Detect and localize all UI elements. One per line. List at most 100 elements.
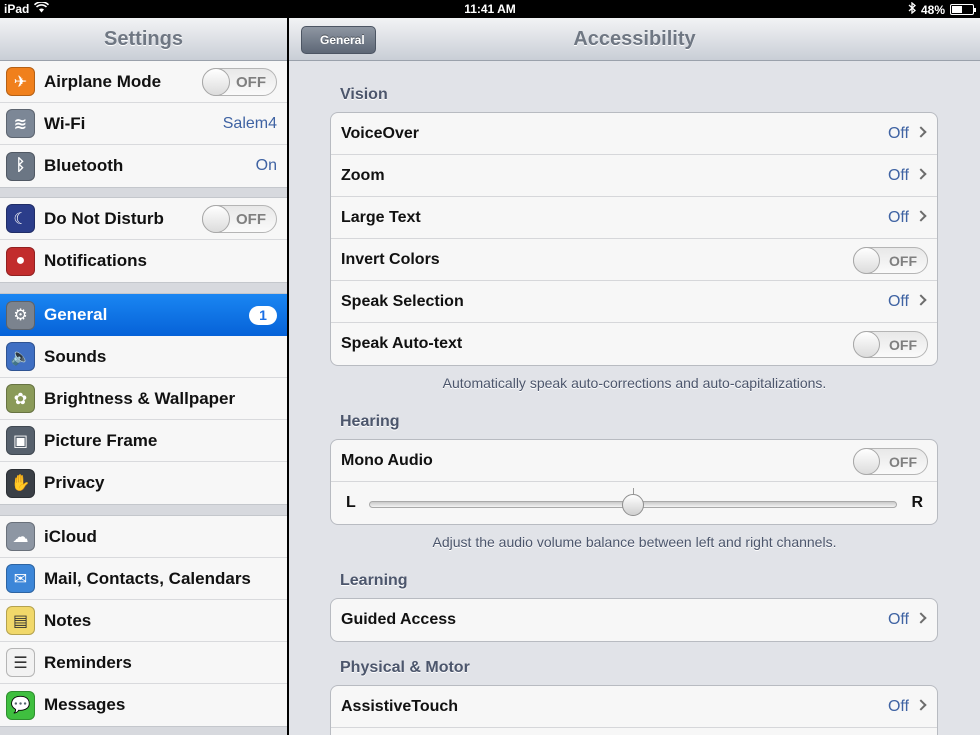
toggle-switch[interactable]: OFF [202,67,277,96]
settings-group: ☾ Do Not Disturb OFF ● Notifications [0,197,287,283]
sidebar-item-label: iCloud [44,526,97,546]
switch-knob [202,67,230,96]
sidebar-item-icloud[interactable]: ☁ iCloud [0,516,287,558]
large-text-row[interactable]: Large Text Off [331,197,937,239]
row-value: Off [887,166,909,184]
status-bar: iPad 11:41 AM 48% [0,0,980,18]
sidebar-item-messages[interactable]: 💬 Messages [0,684,287,726]
bluetooth-status-icon [908,1,916,17]
learning-group: Guided Access Off [330,598,938,642]
sidebar-item-reminders[interactable]: ☰ Reminders [0,642,287,684]
row-label: Speak Selection [341,292,464,310]
sidebar-item-label: Mail, Contacts, Calendars [44,568,251,588]
switch-knob [853,331,880,358]
sidebar-item-mail-contacts-calendars[interactable]: ✉ Mail, Contacts, Calendars [0,558,287,600]
voiceover-row[interactable]: VoiceOver Off [331,113,937,155]
guided-access-row[interactable]: Guided Access Off [331,599,937,641]
section-title-hearing: Hearing [340,413,400,430]
assistivetouch-row[interactable]: AssistiveTouch Off [331,686,937,728]
next-row-partial[interactable] [331,728,937,735]
sidebar-item-value: On [255,157,277,174]
sidebar-item-wi-fi[interactable]: ≋ Wi-Fi Salem4 [0,103,287,145]
chevron-right-icon [915,699,927,711]
sidebar-item-value: Salem4 [222,114,277,132]
settings-list: ✈ Airplane Mode OFF ≋ Wi-Fi Salem4 ᛒ Bluetooth O… [0,61,287,727]
chevron-right-icon [915,210,927,222]
hearing-footer: Adjust the audio volume balance between … [432,534,837,550]
notifications-icon: ● [6,246,35,276]
reminders-icon: ☰ [6,648,35,677]
switch-knob [853,448,880,475]
gear-icon: ⚙ [6,300,35,330]
switch-knob [202,204,230,233]
sidebar-item-general[interactable]: ⚙ General 1 [0,294,287,336]
balance-slider-thumb[interactable] [622,494,644,516]
mail-icon: ✉ [6,564,35,593]
mono-audio-label: Mono Audio [341,451,433,469]
battery-icon [950,4,976,15]
messages-icon: 💬 [6,690,35,720]
bluetooth-icon: ᛒ [6,151,35,181]
switch-state-label: OFF [889,454,917,470]
cloud-icon: ☁ [6,522,35,551]
sidebar-item-label: Reminders [44,652,132,672]
mono-audio-switch[interactable]: OFF [853,448,928,475]
sidebar-item-notifications[interactable]: ● Notifications [0,240,287,282]
guided-access-value: Off [887,611,909,628]
row-label: Zoom [341,166,385,184]
row-label: Invert Colors [341,250,440,268]
assistivetouch-value: Off [887,697,909,715]
switch-state-label: OFF [889,337,917,353]
row-label: VoiceOver [341,124,419,142]
chevron-right-icon [915,168,927,180]
physical-motor-group: AssistiveTouch Off [330,685,938,735]
sidebar-item-label: Brightness & Wallpaper [44,388,236,408]
sidebar-item-label: Bluetooth [44,156,124,175]
status-time: 11:41 AM [464,2,516,16]
accessibility-detail-pane: General Accessibility Vision VoiceOver Of… [289,18,980,735]
sidebar-item-sounds[interactable]: 🔈 Sounds [0,336,287,378]
back-button[interactable]: General [301,26,376,54]
sidebar-item-label: Messages [44,695,126,714]
sidebar-item-label: Notes [44,610,92,630]
speaker-icon: 🔈 [6,342,35,371]
vision-footer: Automatically speak auto-corrections and… [442,375,827,391]
sidebar-item-privacy[interactable]: ✋ Privacy [0,462,287,504]
sidebar-item-do-not-disturb[interactable]: ☾ Do Not Disturb OFF [0,198,287,240]
sidebar-item-label: Notifications [44,251,147,270]
moon-icon: ☾ [6,204,35,233]
balance-left-label: L [346,494,356,511]
sidebar-item-label: Sounds [44,346,107,366]
toggle-switch[interactable]: OFF [853,331,928,358]
mono-audio-row: Mono Audio OFF [331,440,937,482]
switch-state-label: OFF [236,73,266,91]
settings-group: ☁ iCloud ✉ Mail, Contacts, Calendars ▤ Notes ☰… [0,515,287,727]
balance-slider-track[interactable] [369,488,897,516]
settings-master-pane: Settings ✈ Airplane Mode OFF ≋ Wi-Fi Salem4 ᛒ B… [0,18,287,735]
toggle-switch[interactable]: OFF [853,247,928,274]
balance-right-label: R [911,494,923,511]
switch-state-label: OFF [889,253,917,269]
airplane-icon: ✈ [6,67,35,96]
zoom-row[interactable]: Zoom Off [331,155,937,197]
speak-selection-row[interactable]: Speak Selection Off [331,281,937,323]
sidebar-item-label: Wi-Fi [44,113,86,133]
flower-icon: ✿ [6,384,35,413]
sidebar-item-label: Picture Frame [44,430,158,450]
hearing-group: Mono Audio OFF L R [330,439,938,525]
toggle-switch[interactable]: OFF [202,204,277,233]
switch-knob [853,247,880,274]
sidebar-item-bluetooth[interactable]: ᛒ Bluetooth On [0,145,287,187]
row-label: Large Text [341,208,421,226]
sidebar-item-picture-frame[interactable]: ▣ Picture Frame [0,420,287,462]
guided-access-label: Guided Access [341,611,457,628]
sidebar-item-label: Do Not Disturb [44,208,164,228]
sidebar-item-brightness-wallpaper[interactable]: ✿ Brightness & Wallpaper [0,378,287,420]
sidebar-item-notes[interactable]: ▤ Notes [0,600,287,642]
sidebar-item-label: Privacy [44,473,105,492]
sidebar-item-airplane-mode[interactable]: ✈ Airplane Mode OFF [0,61,287,103]
battery-fill [952,6,962,13]
detail-nav-bar: General Accessibility [289,18,980,61]
chevron-right-icon [915,612,927,624]
page-title: Accessibility [573,28,696,50]
